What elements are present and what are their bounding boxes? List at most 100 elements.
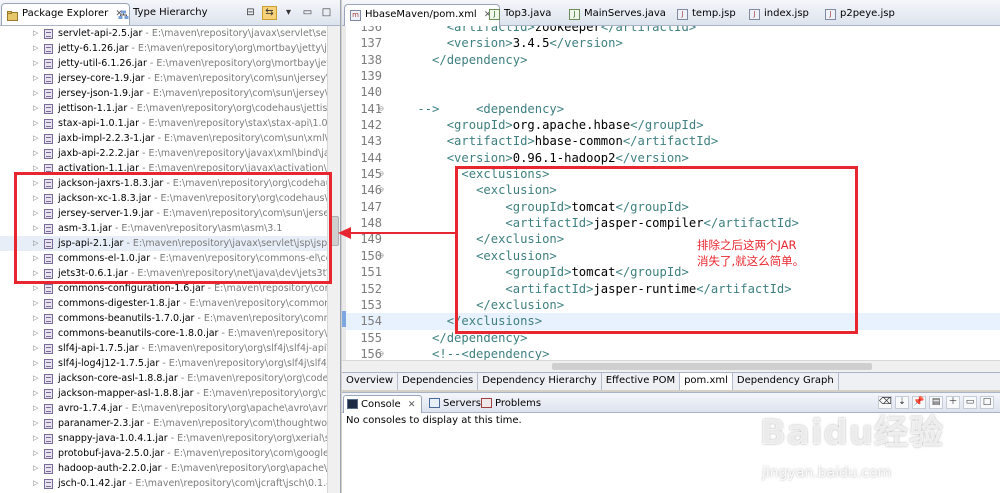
- expand-arrow-icon[interactable]: ▷: [33, 416, 38, 431]
- pom-tab[interactable]: Effective POM: [602, 373, 681, 390]
- xml-source-editor[interactable]: 136 <artifactId>zookeeper</artifactId> 13…: [342, 26, 1000, 360]
- code-line[interactable]: 145 ⊖ <exclusions>: [342, 166, 1000, 182]
- collapse-all-icon[interactable]: ⊟: [243, 6, 258, 20]
- list-item[interactable]: ▷ jersey-server-1.9.jar - E:\maven\reposi…: [0, 206, 340, 221]
- code-line[interactable]: 153 </exclusion>: [342, 297, 1000, 313]
- expand-arrow-icon[interactable]: ▷: [33, 116, 38, 131]
- tab-top3-java[interactable]: J Top3.java: [484, 4, 551, 26]
- tab-temp-jsp[interactable]: J temp.jsp: [672, 4, 736, 26]
- maximize-icon[interactable]: □: [319, 6, 334, 20]
- list-item[interactable]: ▷ jersey-json-1.9.jar - E:\maven\reposito…: [0, 86, 340, 101]
- code-line[interactable]: 147 <groupId>tomcat</groupId>: [342, 199, 1000, 215]
- expand-arrow-icon[interactable]: ▷: [33, 146, 38, 161]
- fold-toggle-icon[interactable]: ⊖: [379, 346, 384, 360]
- fold-toggle-icon[interactable]: ⊖: [379, 101, 384, 117]
- tab-package-explorer[interactable]: Package Explorer ✕: [1, 3, 130, 25]
- link-with-editor-icon[interactable]: ⇆: [262, 6, 277, 20]
- code-line[interactable]: 144 <version>0.96.1-hadoop2</version>: [342, 150, 1000, 166]
- pom-tab[interactable]: Overview: [342, 373, 399, 390]
- pom-tab[interactable]: Dependencies: [398, 373, 479, 390]
- list-item[interactable]: ▷ commons-beanutils-1.7.0.jar - E:\maven\…: [0, 311, 340, 326]
- expand-arrow-icon[interactable]: ▷: [33, 56, 38, 71]
- code-line[interactable]: 156 ⊖ <!--<dependency>: [342, 346, 1000, 360]
- list-item[interactable]: ▷ avro-1.7.4.jar - E:\maven\repository\or…: [0, 401, 340, 416]
- expand-arrow-icon[interactable]: ▷: [33, 26, 38, 41]
- expand-arrow-icon[interactable]: ▷: [33, 386, 38, 401]
- scrollbar-thumb[interactable]: [552, 363, 872, 370]
- tab-mainserves-java[interactable]: J MainServes.java: [564, 4, 666, 26]
- fold-toggle-icon[interactable]: ⊖: [379, 248, 384, 264]
- expand-arrow-icon[interactable]: ▷: [33, 41, 38, 56]
- list-item[interactable]: ▷ activation-1.1.jar - E:\maven\repositor…: [0, 161, 340, 176]
- code-line[interactable]: 146 ⊖ <exclusion>: [342, 182, 1000, 198]
- code-line[interactable]: 142 <groupId>org.apache.hbase</groupId>: [342, 117, 1000, 133]
- list-item[interactable]: ▷ stax-api-1.0.1.jar - E:\maven\repositor…: [0, 116, 337, 131]
- vertical-scrollbar[interactable]: [327, 26, 340, 493]
- fold-toggle-icon[interactable]: ⊖: [379, 182, 384, 198]
- expand-arrow-icon[interactable]: ▷: [33, 131, 38, 146]
- list-item[interactable]: ▷ jaxb-api-2.2.2.jar - E:\maven\repositor…: [0, 146, 340, 161]
- expand-arrow-icon[interactable]: ▷: [33, 161, 38, 176]
- tab-console[interactable]: Console ✕: [343, 395, 423, 413]
- pom-tab[interactable]: Dependency Hierarchy: [478, 373, 602, 390]
- list-item[interactable]: ▷ commons-el-1.0.jar - E:\maven\repositor…: [0, 251, 340, 266]
- list-item[interactable]: ▷ jettison-1.1.jar - E:\maven\repository\…: [0, 101, 340, 116]
- expand-arrow-icon[interactable]: ▷: [33, 206, 38, 221]
- expand-arrow-icon[interactable]: ▷: [33, 221, 38, 236]
- tab-servers[interactable]: Servers: [426, 395, 481, 413]
- fold-toggle-icon[interactable]: ⊖: [379, 166, 384, 182]
- list-item[interactable]: ▷ jackson-xc-1.8.3.jar - E:\maven\reposit…: [0, 191, 340, 206]
- list-item[interactable]: ▷ jets3t-0.6.1.jar - E:\maven\repository\…: [0, 266, 340, 281]
- expand-arrow-icon[interactable]: ▷: [33, 326, 38, 341]
- code-line[interactable]: 139: [342, 68, 1000, 84]
- close-icon[interactable]: ✕: [408, 400, 416, 410]
- code-line[interactable]: 154 </exclusions>: [342, 313, 1000, 330]
- minimize-icon[interactable]: ▭: [300, 6, 315, 20]
- list-item[interactable]: ▷ jackson-core-asl-1.8.8.jar - E:\maven\r…: [0, 371, 340, 386]
- code-line[interactable]: 136 <artifactId>zookeeper</artifactId>: [342, 26, 1000, 35]
- expand-arrow-icon[interactable]: ▷: [33, 401, 38, 416]
- code-line[interactable]: 138 </dependency>: [342, 52, 1000, 68]
- tab-problems[interactable]: Problems: [478, 395, 541, 413]
- code-line[interactable]: 140: [342, 84, 1000, 100]
- list-item[interactable]: ▷ jackson-mapper-asl-1.8.8.jar - E:\maven…: [0, 386, 340, 401]
- code-line[interactable]: 137 <version>3.4.5</version>: [342, 35, 1000, 51]
- code-line[interactable]: 143 <artifactId>hbase-common</artifactId…: [342, 133, 1000, 149]
- list-item[interactable]: ▷ jersey-core-1.9.jar - E:\maven\reposito…: [0, 71, 340, 86]
- expand-arrow-icon[interactable]: ▷: [33, 461, 38, 476]
- list-item[interactable]: ▷ commons-digester-1.8.jar - E:\maven\rep…: [0, 296, 340, 311]
- expand-arrow-icon[interactable]: ▷: [33, 101, 38, 116]
- list-item[interactable]: ▷ jsch-0.1.42.jar - E:\maven\repository\c…: [0, 476, 338, 491]
- list-item[interactable]: ▷ jsp-api-2.1.jar - E:\maven\repository\j…: [0, 236, 340, 251]
- expand-arrow-icon[interactable]: ▷: [33, 296, 38, 311]
- list-item[interactable]: ▷ jaxb-impl-2.2.3-1.jar - E:\maven\reposi…: [0, 131, 340, 146]
- code-line[interactable]: 141 ⊖ --> <dependency>: [342, 101, 1000, 117]
- expand-arrow-icon[interactable]: ▷: [33, 71, 38, 86]
- code-line[interactable]: 151 <groupId>tomcat</groupId>: [342, 264, 1000, 280]
- expand-arrow-icon[interactable]: ▷: [33, 446, 38, 461]
- list-item[interactable]: ▷ commons-beanutils-core-1.8.0.jar - E:\m…: [0, 326, 340, 341]
- expand-arrow-icon[interactable]: ▷: [33, 266, 38, 281]
- list-item[interactable]: ▷ commons-configuration-1.6.jar - E:\mave…: [0, 281, 340, 296]
- expand-arrow-icon[interactable]: ▷: [33, 191, 38, 206]
- expand-arrow-icon[interactable]: ▷: [33, 371, 38, 386]
- expand-arrow-icon[interactable]: ▷: [33, 281, 38, 296]
- pom-tab[interactable]: pom.xml: [680, 373, 733, 390]
- list-item[interactable]: ▷ slf4j-log4j12-1.7.5.jar - E:\maven\repo…: [0, 356, 340, 371]
- tab-type-hierarchy[interactable]: Type Hierarchy: [113, 3, 213, 25]
- horizontal-scrollbar[interactable]: [342, 360, 1000, 372]
- list-item[interactable]: ▷ paranamer-2.3.jar - E:\maven\repository…: [0, 416, 340, 431]
- expand-arrow-icon[interactable]: ▷: [33, 251, 38, 266]
- tab-index-jsp[interactable]: J index.jsp: [744, 4, 809, 26]
- list-item[interactable]: ▷ servlet-api-2.5.jar - E:\maven\reposito…: [0, 26, 340, 41]
- expand-arrow-icon[interactable]: ▷: [33, 431, 38, 446]
- expand-arrow-icon[interactable]: ▷: [33, 356, 38, 371]
- list-item[interactable]: ▷ slf4j-api-1.7.5.jar - E:\maven\reposito…: [0, 341, 340, 356]
- list-item[interactable]: ▷ jetty-6.1.26.jar - E:\maven\repository\…: [0, 41, 340, 56]
- list-item[interactable]: ▷ jetty-util-6.1.26.jar - E:\maven\reposi…: [0, 56, 340, 71]
- list-item[interactable]: ▷ protobuf-java-2.5.0.jar - E:\maven\repo…: [0, 446, 340, 461]
- expand-arrow-icon[interactable]: ▷: [33, 236, 38, 251]
- expand-arrow-icon[interactable]: ▷: [33, 341, 38, 356]
- list-item[interactable]: ▷ asm-3.1.jar - E:\maven\repository\asm\a…: [0, 221, 328, 236]
- code-line[interactable]: 155 </dependency>: [342, 330, 1000, 346]
